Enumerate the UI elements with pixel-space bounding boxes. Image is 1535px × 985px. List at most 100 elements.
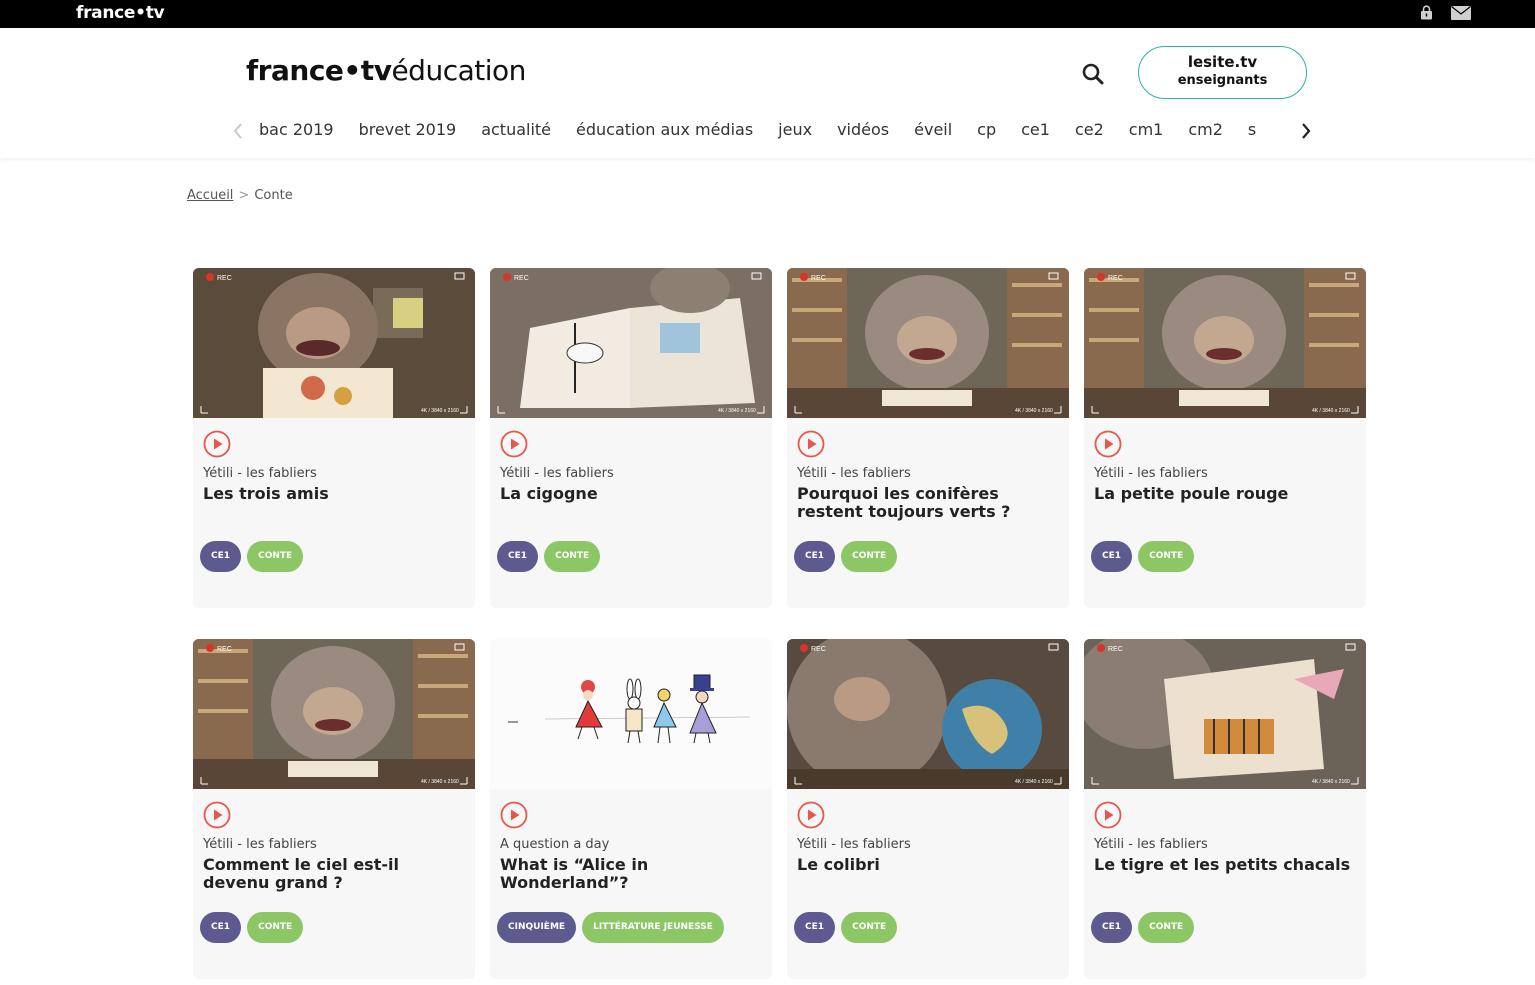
video-title[interactable]: Le tigre et les petits chacals	[1094, 856, 1356, 874]
tag-list: CE1 CONTE	[1091, 912, 1195, 943]
nav-item-eveil[interactable]: éveil	[914, 118, 952, 142]
search-icon[interactable]	[1081, 62, 1105, 86]
subject-tag[interactable]: CONTE	[841, 912, 898, 943]
top-bar: france•tv	[0, 0, 1535, 28]
mail-icon[interactable]	[1451, 6, 1471, 20]
play-icon[interactable]	[1094, 430, 1122, 458]
svg-text:4K / 3840 x 2160: 4K / 3840 x 2160	[718, 408, 756, 414]
nav-item-jeux[interactable]: jeux	[778, 118, 812, 142]
video-card[interactable]: REC 4K / 3840 x 2160 Yétili - les fablie…	[787, 639, 1069, 979]
nav-item-cp[interactable]: cp	[977, 118, 996, 142]
subject-tag[interactable]: CONTE	[544, 541, 601, 572]
level-tag[interactable]: CE1	[794, 912, 836, 943]
subject-tag[interactable]: CONTE	[247, 912, 304, 943]
video-card[interactable]: REC 4K / 3840 x 2160 Yétili - les fablie…	[1084, 639, 1366, 979]
video-card[interactable]: REC 4K / 3840 x 2160 Yétili - les fablie…	[1084, 268, 1366, 608]
svg-text:4K / 3840 x 2160: 4K / 3840 x 2160	[421, 779, 459, 785]
video-title[interactable]: Le colibri	[797, 856, 1059, 874]
level-tag[interactable]: CE1	[794, 541, 836, 572]
breadcrumb-home-link[interactable]: Accueil	[187, 188, 233, 203]
video-card[interactable]: REC 4K / 3840 x 2160 Yétili - les fablie…	[193, 639, 475, 979]
play-icon[interactable]	[1094, 801, 1122, 829]
francetv-brand[interactable]: france•tv	[76, 3, 165, 23]
subject-tag[interactable]: CONTE	[1138, 912, 1195, 943]
level-tag[interactable]: CE1	[497, 541, 539, 572]
tag-list: CE1 CONTE	[200, 541, 304, 572]
play-icon[interactable]	[203, 801, 231, 829]
play-icon[interactable]	[203, 430, 231, 458]
program-name: Yétili - les fabliers	[203, 466, 317, 481]
video-title[interactable]: What is “Alice in Wonderland”?	[500, 856, 762, 892]
video-thumbnail[interactable]: REC 4K / 3840 x 2160	[490, 268, 772, 418]
video-card[interactable]: REC 4K / 3840 x 2160 Yétili - les fablie…	[787, 268, 1069, 608]
program-name: Yétili - les fabliers	[797, 837, 911, 852]
logo-suffix: éducation	[391, 54, 526, 87]
subject-tag[interactable]: CONTE	[841, 541, 898, 572]
svg-text:4K / 3840 x 2160: 4K / 3840 x 2160	[421, 408, 459, 414]
video-card[interactable]: A question a day What is “Alice in Wonde…	[490, 639, 772, 979]
nav-item-cm2[interactable]: cm2	[1188, 118, 1223, 142]
video-title[interactable]: La cigogne	[500, 485, 762, 503]
nav-item-ce2[interactable]: ce2	[1075, 118, 1104, 142]
subject-tag[interactable]: CONTE	[247, 541, 304, 572]
level-tag[interactable]: CE1	[1091, 541, 1133, 572]
video-thumbnail[interactable]: REC 4K / 3840 x 2160	[1084, 639, 1366, 789]
nav-item-actualite[interactable]: actualité	[481, 118, 551, 142]
nav-item-s[interactable]: s	[1248, 118, 1256, 142]
video-card[interactable]: REC 4K / 3840 x 2160 Yétili - les fablie…	[193, 268, 475, 608]
site-logo[interactable]: france•tvéducation	[246, 54, 526, 87]
tag-list: CINQUIÈME LITTÉRATURE JEUNESSE	[497, 912, 725, 943]
svg-text:4K / 3840 x 2160: 4K / 3840 x 2160	[1312, 779, 1350, 785]
level-tag[interactable]: CE1	[1091, 912, 1133, 943]
chevron-right-icon[interactable]	[1298, 120, 1314, 142]
svg-text:4K / 3840 x 2160: 4K / 3840 x 2160	[1015, 779, 1053, 785]
teacher-button-line2: enseignants	[1177, 73, 1268, 88]
video-thumbnail[interactable]: REC 4K / 3840 x 2160	[787, 639, 1069, 789]
video-title[interactable]: La petite poule rouge	[1094, 485, 1356, 503]
subject-tag[interactable]: LITTÉRATURE JEUNESSE	[582, 912, 724, 943]
video-card[interactable]: REC 4K / 3840 x 2160 Yétili - les fablie…	[490, 268, 772, 608]
svg-text:REC: REC	[811, 646, 826, 653]
video-title[interactable]: Les trois amis	[203, 485, 465, 503]
breadcrumb-current: Conte	[254, 188, 293, 203]
nav-item-ce1[interactable]: ce1	[1021, 118, 1050, 142]
play-icon[interactable]	[500, 430, 528, 458]
breadcrumb-separator: >	[238, 188, 250, 203]
level-tag[interactable]: CINQUIÈME	[497, 912, 577, 943]
play-icon[interactable]	[500, 801, 528, 829]
svg-text:REC: REC	[217, 646, 232, 653]
tag-list: CE1 CONTE	[200, 912, 304, 943]
svg-text:REC: REC	[514, 275, 529, 282]
video-title[interactable]: Pourquoi les conifères restent toujours …	[797, 485, 1059, 521]
breadcrumb: Accueil > Conte	[187, 188, 293, 203]
tag-list: CE1 CONTE	[1091, 541, 1195, 572]
video-title[interactable]: Comment le ciel est-il devenu grand ?	[203, 856, 465, 892]
nav-item-videos[interactable]: vidéos	[837, 118, 889, 142]
play-icon[interactable]	[797, 801, 825, 829]
nav-item-cm1[interactable]: cm1	[1129, 118, 1164, 142]
nav-item-brevet-2019[interactable]: brevet 2019	[359, 118, 457, 142]
program-name: A question a day	[500, 837, 610, 852]
video-thumbnail[interactable]: REC 4K / 3840 x 2160	[787, 268, 1069, 418]
svg-text:REC: REC	[217, 275, 232, 282]
video-thumbnail[interactable]	[490, 639, 772, 789]
teacher-button-line1: lesite.tv	[1187, 53, 1258, 71]
svg-text:4K / 3840 x 2160: 4K / 3840 x 2160	[1015, 408, 1053, 414]
nav-item-bac-2019[interactable]: bac 2019	[259, 118, 334, 142]
play-icon[interactable]	[797, 430, 825, 458]
video-thumbnail[interactable]: REC 4K / 3840 x 2160	[1084, 268, 1366, 418]
program-name: Yétili - les fabliers	[1094, 837, 1208, 852]
nav-item-education-aux-medias[interactable]: éducation aux médias	[576, 118, 753, 142]
chevron-left-icon[interactable]	[230, 120, 246, 142]
lesite-enseignants-button[interactable]: lesite.tv enseignants	[1138, 46, 1307, 99]
subject-tag[interactable]: CONTE	[1138, 541, 1195, 572]
video-thumbnail[interactable]: REC 4K / 3840 x 2160	[193, 268, 475, 418]
level-tag[interactable]: CE1	[200, 541, 242, 572]
tag-list: CE1 CONTE	[794, 541, 898, 572]
lock-icon[interactable]	[1420, 5, 1433, 20]
program-name: Yétili - les fabliers	[797, 466, 911, 481]
level-tag[interactable]: CE1	[200, 912, 242, 943]
svg-text:REC: REC	[811, 275, 826, 282]
tag-list: CE1 CONTE	[497, 541, 601, 572]
video-thumbnail[interactable]: REC 4K / 3840 x 2160	[193, 639, 475, 789]
